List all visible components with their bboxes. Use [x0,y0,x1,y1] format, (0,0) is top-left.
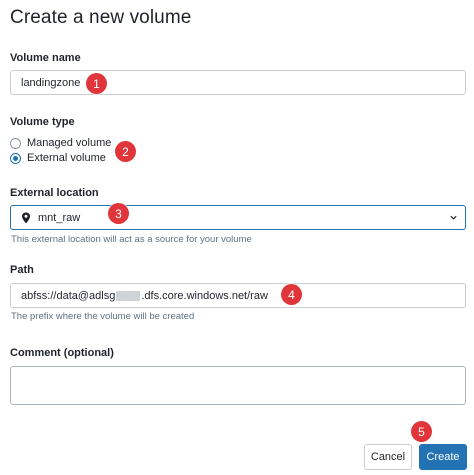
path-value-suffix: .dfs.core.windows.net/raw [141,289,268,302]
volume-name-label: Volume name [10,52,81,64]
create-volume-dialog: Create a new volume Volume name landingz… [0,0,474,475]
path-label: Path [10,264,34,276]
radio-managed-volume-control[interactable] [10,137,21,149]
path-hint: The prefix where the volume will be crea… [11,311,195,322]
dialog-title: Create a new volume [10,7,192,28]
radio-managed-volume-label: Managed volume [27,137,112,149]
radio-external-volume-label: External volume [27,152,106,164]
radio-external-volume[interactable]: External volume [10,152,106,164]
radio-managed-volume[interactable]: Managed volume [10,137,111,149]
external-location-label: External location [10,187,99,199]
volume-name-input[interactable]: landingzone [10,70,466,95]
annotation-badge-2: 2 [115,141,136,162]
chevron-down-icon[interactable] [449,213,458,222]
redacted-block [116,290,141,301]
external-location-hint: This external location will act as a sou… [11,234,252,245]
create-button[interactable]: Create [419,444,467,470]
radio-external-volume-control[interactable] [10,152,21,164]
external-location-value: mnt_raw [38,211,81,224]
annotation-badge-4: 4 [281,284,302,305]
annotation-badge-3: 3 [108,203,129,224]
volume-type-label: Volume type [10,116,75,128]
annotation-badge-5: 5 [411,421,432,442]
volume-name-value: landingzone [21,76,81,89]
path-value-prefix: abfss://data@adlsg [21,289,116,302]
comment-label: Comment (optional) [10,347,114,359]
annotation-badge-1: 1 [86,73,107,94]
external-location-select[interactable]: mnt_raw [10,205,466,230]
cancel-button[interactable]: Cancel [364,444,412,470]
path-input[interactable]: abfss://data@adlsg .dfs.core.windows.net… [10,283,466,308]
location-pin-icon [22,212,30,223]
comment-textarea[interactable] [10,366,466,405]
